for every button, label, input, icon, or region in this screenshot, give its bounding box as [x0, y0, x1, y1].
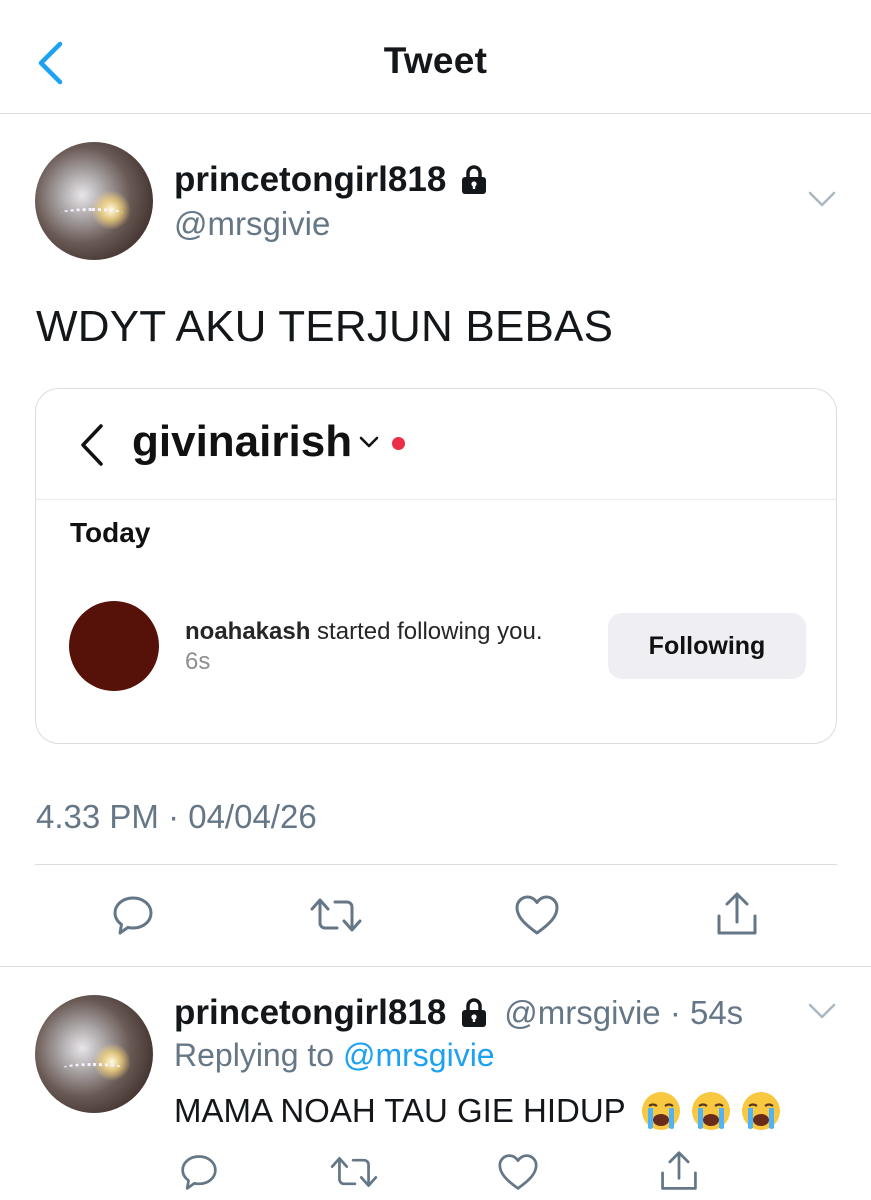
- chevron-left-icon: [81, 424, 103, 466]
- page-title: Tweet: [383, 40, 488, 81]
- share-icon: [717, 892, 757, 935]
- reply-icon: [113, 896, 153, 935]
- reply-handle-time: @mrsgivie · 54s: [504, 994, 744, 1031]
- embedded-header: givinairish: [36, 389, 836, 500]
- reply-like-button[interactable]: [494, 1150, 542, 1194]
- embedded-notification-time: 6s: [185, 648, 211, 675]
- heart-icon: [498, 1154, 538, 1190]
- loudly-crying-face-icon: [641, 1092, 680, 1130]
- replying-to: Replying to @mrsgivie: [174, 1037, 495, 1074]
- reply-author-row: princetongirl818 @mrsgivie · 54s: [174, 993, 743, 1033]
- embedded-following-button: Following: [608, 613, 806, 679]
- like-button[interactable]: [510, 890, 564, 940]
- embedded-section-heading: Today: [70, 517, 151, 548]
- tweet-timestamp: 4.33 PM · 04/04/26: [36, 798, 317, 835]
- loudly-crying-face-icon: [741, 1092, 780, 1130]
- reply-display-name[interactable]: princetongirl818: [174, 993, 446, 1033]
- avatar[interactable]: [35, 142, 153, 260]
- loudly-crying-face-icon: [691, 1092, 730, 1130]
- display-name[interactable]: princetongirl818: [174, 160, 446, 200]
- embedded-notification-body: started following you.: [310, 618, 543, 645]
- embedded-avatar: [69, 601, 159, 691]
- retweet-icon: [330, 1157, 378, 1187]
- reply-share-button[interactable]: [656, 1148, 702, 1194]
- lock-icon: [458, 997, 490, 1029]
- reply-avatar[interactable]: [35, 995, 153, 1113]
- retweet-icon: [310, 898, 362, 932]
- reply-button[interactable]: [108, 890, 158, 940]
- reply-icon: [181, 1155, 217, 1190]
- chevron-down-icon: [808, 191, 836, 207]
- tweet-text: WDYT AKU TERJUN BEBAS: [36, 302, 614, 351]
- tweet-options-button[interactable]: [808, 190, 836, 213]
- top-bar: Tweet: [0, 0, 871, 114]
- divider: [0, 966, 871, 967]
- embedded-notification-text: noahakash started following you. 6s: [185, 617, 565, 677]
- user-handle[interactable]: @mrsgivie: [174, 205, 330, 243]
- replying-prefix: Replying to: [174, 1037, 343, 1073]
- share-icon: [661, 1151, 697, 1190]
- retweet-button[interactable]: [308, 890, 364, 940]
- reply-text: MAMA NOAH TAU GIE HIDUP: [174, 1092, 626, 1129]
- attached-image[interactable]: givinairish Today noahakash started foll…: [35, 388, 837, 744]
- heart-icon: [515, 895, 559, 935]
- notification-dot: [392, 437, 405, 450]
- replying-mention-link[interactable]: @mrsgivie: [343, 1037, 495, 1073]
- divider: [35, 864, 837, 865]
- author-name-row: princetongirl818: [174, 160, 490, 200]
- chevron-down-icon: [359, 436, 379, 448]
- reply-text-row: MAMA NOAH TAU GIE HIDUP: [174, 1090, 782, 1132]
- embedded-username: givinairish: [132, 417, 353, 466]
- reply-reply-button[interactable]: [176, 1150, 222, 1194]
- reply-options-button[interactable]: [808, 1002, 836, 1025]
- embedded-notification-user: noahakash: [185, 618, 311, 645]
- reply-retweet-button[interactable]: [328, 1150, 380, 1194]
- share-button[interactable]: [712, 888, 762, 940]
- chevron-down-icon: [808, 1003, 836, 1019]
- lock-icon: [458, 164, 490, 196]
